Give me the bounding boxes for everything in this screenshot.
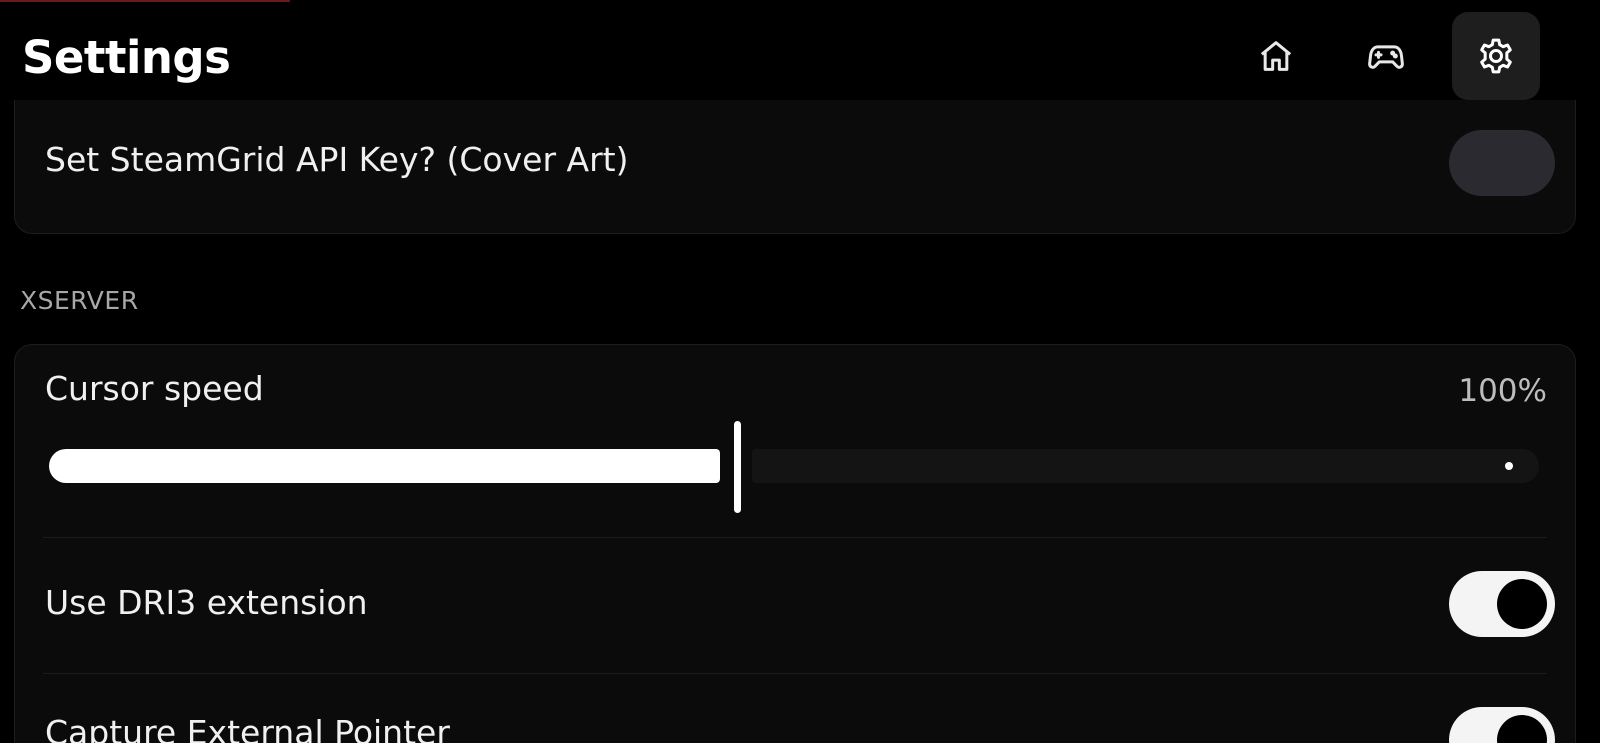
games-nav-button[interactable] [1342,12,1430,100]
capture-pointer-toggle[interactable] [1449,707,1555,743]
home-nav-button[interactable] [1232,12,1320,100]
settings-nav-button[interactable] [1452,12,1540,100]
steamgrid-label: Set SteamGrid API Key? (Cover Art) [45,140,629,179]
page-title: Settings [22,31,231,84]
dri3-toggle[interactable] [1449,571,1555,637]
top-accent-bar [0,0,290,2]
home-icon [1260,41,1292,71]
gamepad-icon [1368,45,1404,69]
cursor-speed-slider[interactable] [49,421,1539,515]
slider-active-track [49,449,720,483]
steamgrid-card: Set SteamGrid API Key? (Cover Art) [14,100,1576,234]
slider-thumb[interactable] [734,421,741,513]
section-header-xserver: XSERVER [20,286,139,315]
capture-pointer-label: Capture External Pointer [45,713,450,743]
dri3-label: Use DRI3 extension [45,583,368,622]
divider [43,537,1547,538]
steamgrid-toggle[interactable] [1449,130,1555,196]
toggle-knob [1497,579,1547,629]
divider [43,673,1547,674]
xserver-card: Cursor speed 100% Use DRI3 extension Cap… [14,344,1576,743]
cursor-speed-value: 100% [1458,373,1547,409]
slider-inactive-track [752,449,1539,483]
gear-icon [1480,38,1512,74]
cursor-speed-label: Cursor speed [45,369,264,408]
slider-stop-indicator [1505,462,1513,470]
toggle-knob [1497,715,1547,743]
